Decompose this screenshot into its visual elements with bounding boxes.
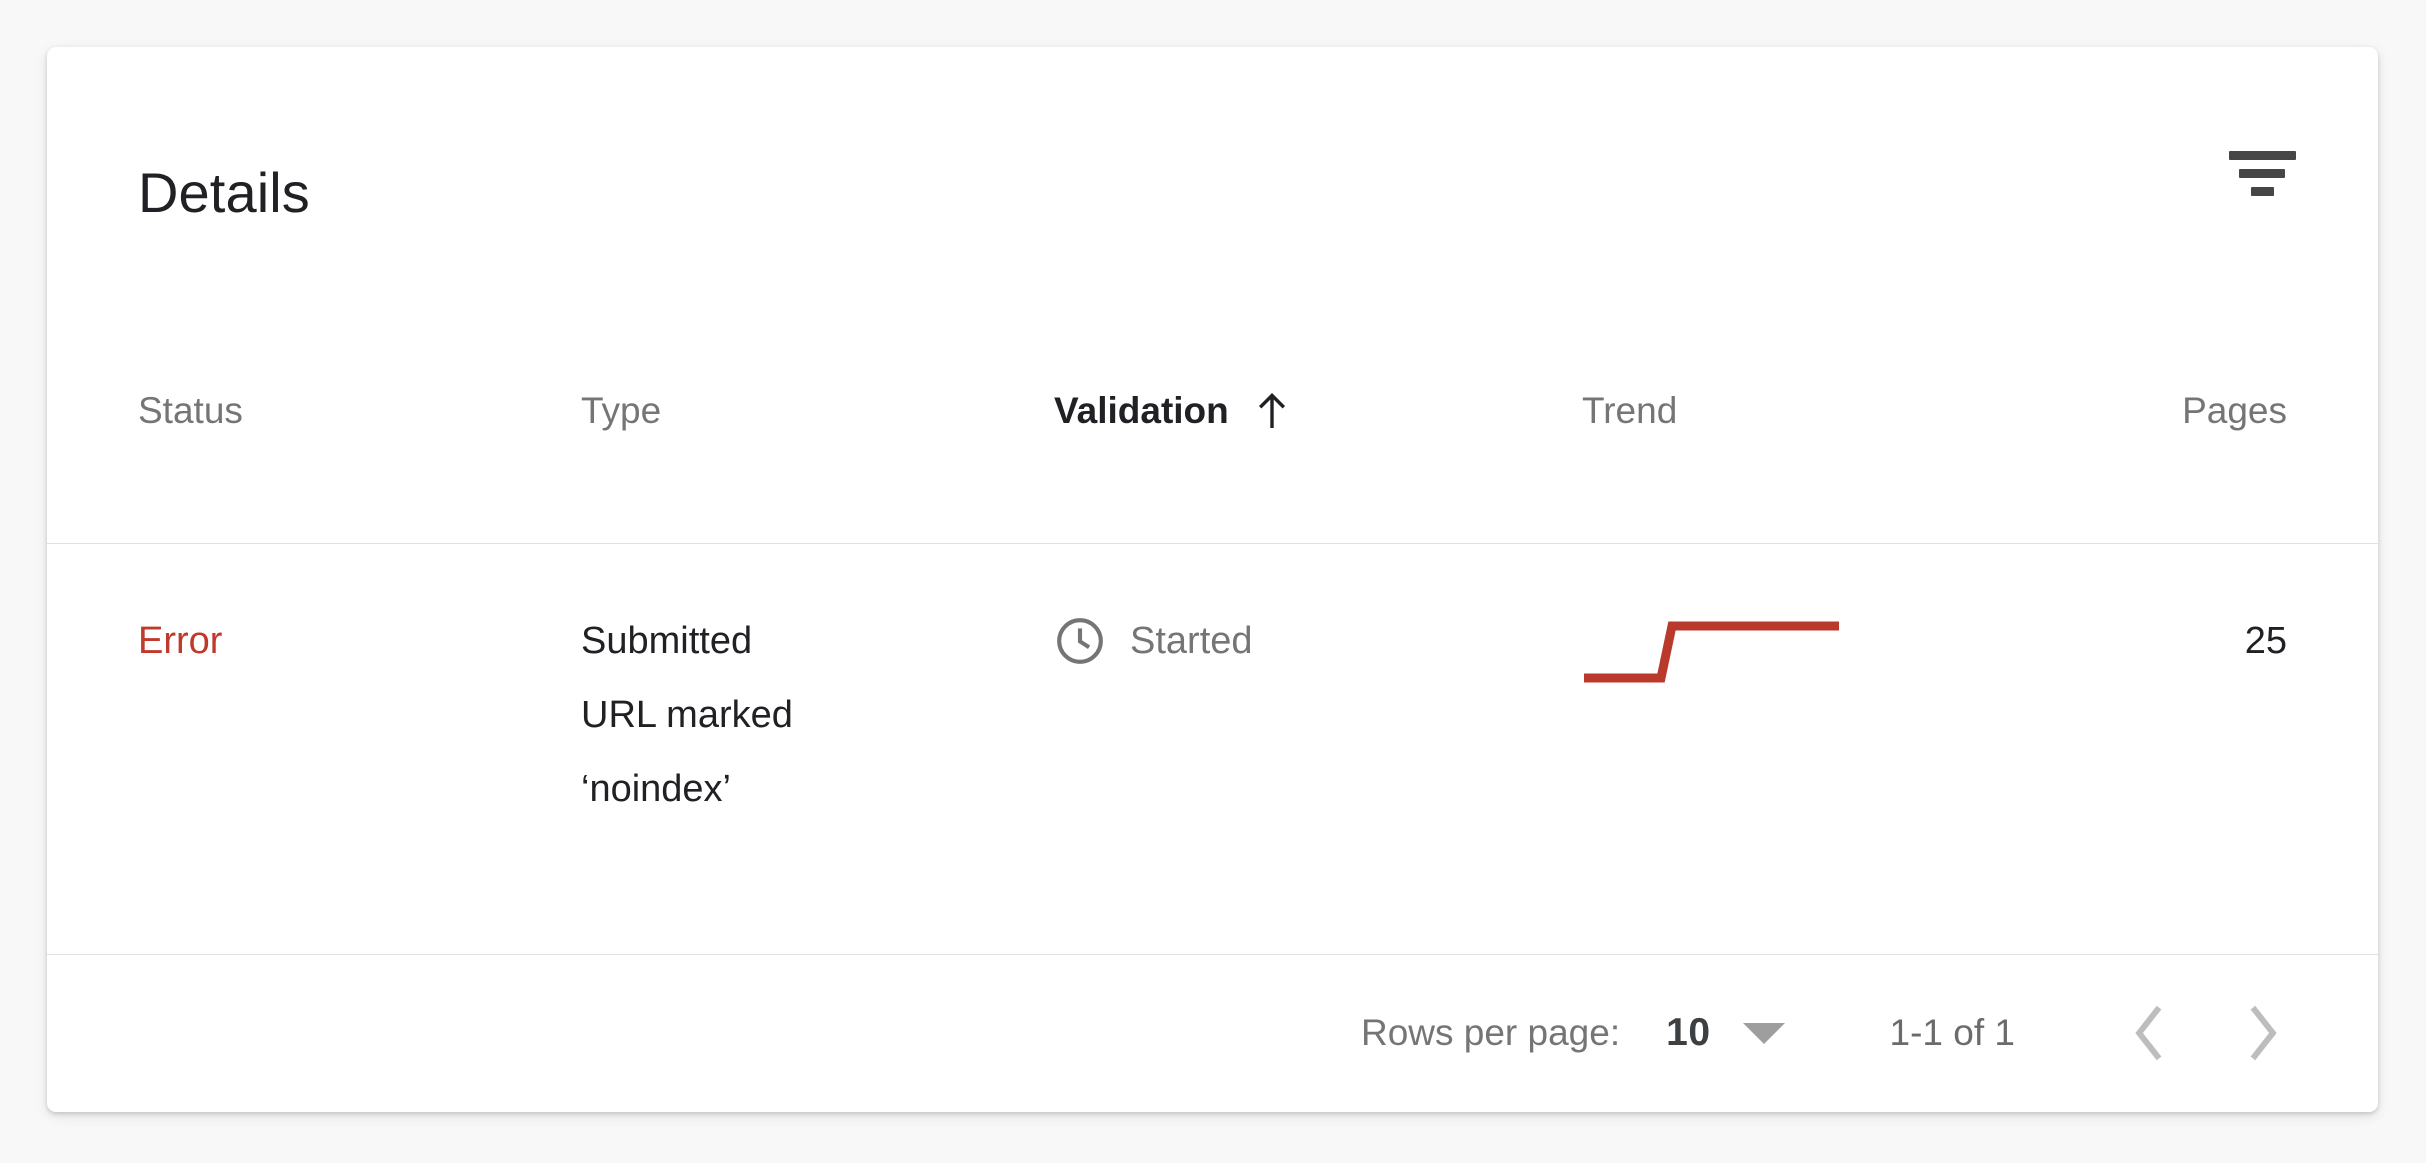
pagination-bar: Rows per page: 10 1-1 of 1	[47, 954, 2378, 1112]
cell-trend	[1582, 604, 2127, 692]
cell-validation-label: Started	[1130, 620, 1253, 662]
cell-validation: Started	[1054, 604, 1582, 678]
column-header-status[interactable]: Status	[138, 390, 581, 432]
rows-per-page-select[interactable]: 10	[1666, 1011, 1785, 1055]
filter-bar-middle	[2239, 168, 2285, 178]
arrow-up-icon	[1255, 391, 1289, 431]
next-page-button[interactable]	[2226, 996, 2300, 1070]
filter-bar-top	[2228, 150, 2296, 160]
chevron-left-icon	[2129, 1005, 2169, 1061]
filter-bar-bottom	[2250, 186, 2274, 196]
table-header-row: Status Type Validation Trend Pages	[47, 279, 2378, 543]
details-table: Status Type Validation Trend Pages Error…	[47, 279, 2378, 955]
table-row[interactable]: Error Submitted URL marked ‘noindex’ Sta…	[47, 544, 2378, 954]
cell-pages: 25	[2244, 620, 2287, 662]
column-header-validation[interactable]: Validation	[1054, 390, 1582, 432]
page-title: Details	[138, 161, 310, 224]
pagination-range-label: 1-1 of 1	[1889, 1012, 2015, 1053]
clock-icon	[1054, 615, 1106, 667]
rows-per-page-value: 10	[1666, 1011, 1711, 1054]
trend-sparkline	[1582, 612, 1882, 692]
chevron-right-icon	[2243, 1005, 2283, 1061]
pagination-nav	[2112, 996, 2300, 1070]
filter-list-icon[interactable]	[2224, 142, 2300, 204]
column-header-pages[interactable]: Pages	[2127, 390, 2287, 432]
column-header-type[interactable]: Type	[581, 390, 811, 432]
card-header: Details	[47, 47, 2378, 279]
previous-page-button[interactable]	[2112, 996, 2186, 1070]
column-header-trend[interactable]: Trend	[1582, 390, 2127, 432]
cell-status: Error	[138, 620, 223, 662]
cell-type: Submitted URL marked ‘noindex’	[581, 620, 793, 810]
details-card: Details Status Type Validation Trend Pag…	[47, 47, 2378, 1112]
column-header-validation-label: Validation	[1054, 390, 1229, 431]
rows-per-page-label: Rows per page:	[1360, 1012, 1621, 1053]
chevron-down-icon	[1742, 1022, 1785, 1044]
